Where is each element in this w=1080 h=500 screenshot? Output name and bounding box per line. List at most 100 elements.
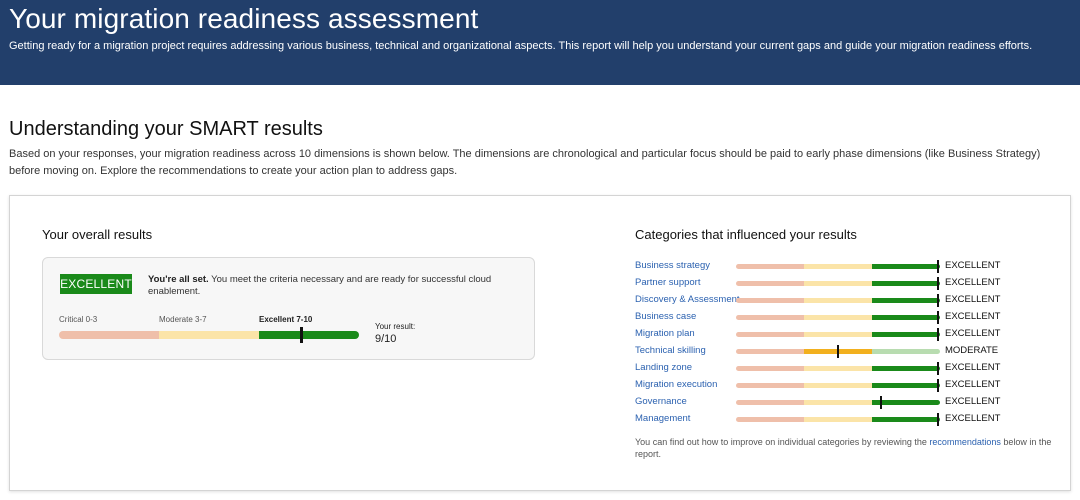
overall-score-bar (59, 327, 359, 343)
category-score-bar (736, 413, 940, 426)
segment-critical (736, 264, 804, 269)
category-row: Technical skilling MODERATE (635, 342, 1065, 359)
category-row: Migration execution EXCELLENT (635, 376, 1065, 393)
category-link[interactable]: Management (635, 413, 690, 424)
category-score-bar (736, 379, 940, 392)
scale-segment-excellent (259, 331, 359, 339)
category-score-marker (880, 396, 882, 409)
segment-excellent (872, 349, 940, 354)
category-rating: EXCELLENT (945, 379, 1001, 390)
category-score-bar (736, 277, 940, 290)
category-score-bar (736, 396, 940, 409)
segment-excellent (872, 383, 940, 388)
category-score-marker (937, 294, 939, 307)
segment-excellent (872, 281, 940, 286)
category-score-bar (736, 260, 940, 273)
segment-excellent (872, 366, 940, 371)
category-rating: EXCELLENT (945, 396, 1001, 407)
segment-excellent (872, 264, 940, 269)
segment-excellent (872, 400, 940, 405)
category-link[interactable]: Governance (635, 396, 687, 407)
category-row: Migration plan EXCELLENT (635, 325, 1065, 342)
category-score-marker (937, 260, 939, 273)
segment-moderate (804, 400, 872, 405)
category-score-marker (937, 413, 939, 426)
segment-critical (736, 366, 804, 371)
recommendations-link[interactable]: recommendations (929, 437, 1001, 447)
category-rating: EXCELLENT (945, 260, 1001, 271)
scale-label-moderate: Moderate 3-7 (159, 315, 207, 324)
segment-moderate (804, 417, 872, 422)
category-score-bar (736, 311, 940, 324)
segment-moderate (804, 298, 872, 303)
category-row: Business strategy EXCELLENT (635, 257, 1065, 274)
category-row: Discovery & Assessment EXCELLENT (635, 291, 1065, 308)
segment-moderate (804, 281, 872, 286)
categories-heading: Categories that influenced your results (635, 227, 857, 242)
category-score-bar (736, 345, 940, 358)
segment-critical (736, 349, 804, 354)
scale-segment-critical (59, 331, 159, 339)
segment-critical (736, 332, 804, 337)
header-banner: Your migration readiness assessment Gett… (0, 0, 1080, 85)
category-link[interactable]: Business strategy (635, 260, 710, 271)
categories-footer: You can find out how to improve on indiv… (635, 436, 1055, 460)
overall-message: You're all set. You meet the criteria ne… (148, 274, 518, 298)
category-score-bar (736, 328, 940, 341)
segment-critical (736, 417, 804, 422)
category-score-marker (937, 311, 939, 324)
category-rating: EXCELLENT (945, 328, 1001, 339)
overall-rating-badge: EXCELLENT (60, 274, 132, 294)
category-link[interactable]: Landing zone (635, 362, 692, 373)
category-row: Business case EXCELLENT (635, 308, 1065, 325)
section-description: Based on your responses, your migration … (9, 148, 1041, 177)
segment-critical (736, 400, 804, 405)
category-link[interactable]: Partner support (635, 277, 700, 288)
section-title: Understanding your SMART results (9, 118, 323, 140)
segment-critical (736, 281, 804, 286)
category-rating: EXCELLENT (945, 277, 1001, 288)
category-rating: MODERATE (945, 345, 999, 356)
segment-moderate (804, 366, 872, 371)
segment-critical (736, 315, 804, 320)
category-rating: EXCELLENT (945, 294, 1001, 305)
category-link[interactable]: Migration execution (635, 379, 717, 390)
category-score-marker (837, 345, 839, 358)
category-score-marker (937, 277, 939, 290)
segment-critical (736, 383, 804, 388)
score-marker (300, 327, 303, 343)
page-subtitle: Getting ready for a migration project re… (9, 40, 1033, 52)
category-link[interactable]: Migration plan (635, 328, 695, 339)
segment-moderate (804, 315, 872, 320)
scale-label-excellent: Excellent 7-10 (259, 315, 313, 324)
segment-excellent (872, 315, 940, 320)
category-score-bar (736, 362, 940, 375)
category-row: Governance EXCELLENT (635, 393, 1065, 410)
segment-moderate (804, 383, 872, 388)
scale-label-critical: Critical 0-3 (59, 315, 98, 324)
category-rating: EXCELLENT (945, 362, 1001, 373)
category-link[interactable]: Discovery & Assessment (635, 294, 740, 305)
category-score-marker (937, 379, 939, 392)
segment-moderate (804, 332, 872, 337)
result-value: 9/10 (375, 333, 397, 345)
category-link[interactable]: Business case (635, 311, 696, 322)
category-score-bar (736, 294, 940, 307)
category-rating: EXCELLENT (945, 311, 1001, 322)
segment-excellent (872, 298, 940, 303)
category-row: Management EXCELLENT (635, 410, 1065, 427)
results-card: Your overall results EXCELLENT You're al… (9, 195, 1071, 491)
page-title: Your migration readiness assessment (9, 3, 479, 34)
result-label: Your result: (375, 322, 416, 331)
category-score-marker (937, 328, 939, 341)
category-list: Business strategy EXCELLENT Partner suppor… (635, 257, 1065, 427)
segment-excellent (872, 417, 940, 422)
scale-segment-moderate (159, 331, 259, 339)
category-rating: EXCELLENT (945, 413, 1001, 424)
category-link[interactable]: Technical skilling (635, 345, 706, 356)
segment-excellent (872, 332, 940, 337)
overall-results-panel: EXCELLENT You're all set. You meet the c… (42, 257, 535, 360)
segment-moderate (804, 264, 872, 269)
overall-message-strong: You're all set. (148, 274, 209, 285)
overall-results-heading: Your overall results (42, 227, 153, 242)
